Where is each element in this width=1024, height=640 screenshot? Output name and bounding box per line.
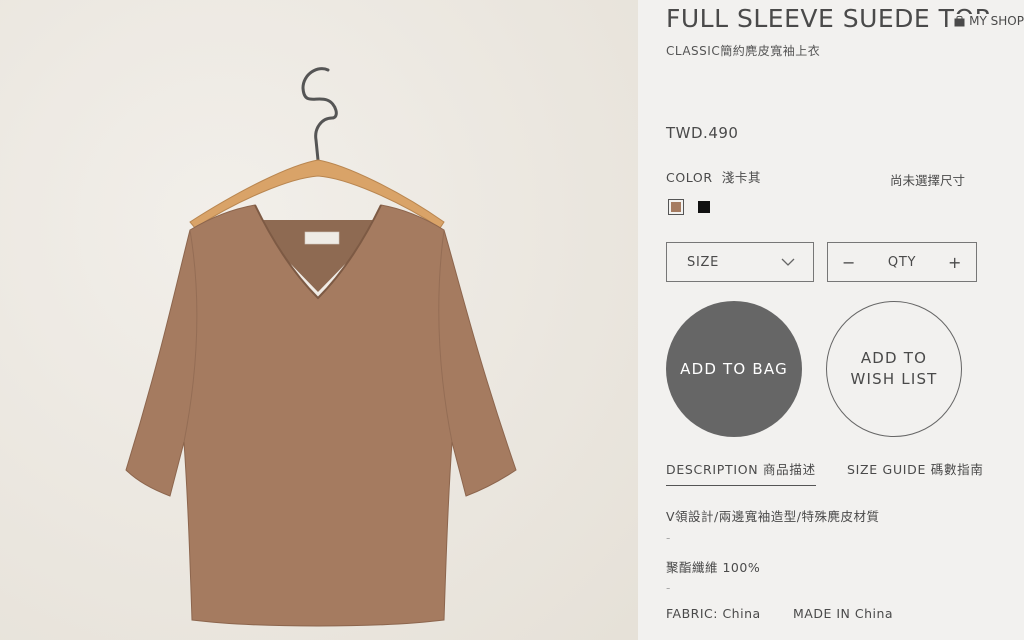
swatch-black[interactable]	[698, 201, 710, 213]
description-material: 聚酯纖維 100%	[666, 560, 761, 575]
product-image	[0, 0, 638, 640]
add-to-bag-button[interactable]: ADD TO BAG	[666, 301, 802, 437]
qty-increase-button[interactable]: +	[948, 253, 962, 272]
quantity-stepper: − QTY +	[827, 242, 977, 282]
qty-label: QTY	[887, 254, 917, 270]
product-subtitle: CLASSIC簡約麂皮寬袖上衣	[666, 44, 821, 58]
tab-size-guide[interactable]: SIZE GUIDE 碼數指南	[847, 459, 984, 478]
swatch-khaki-fill	[671, 202, 681, 212]
qty-decrease-button[interactable]: −	[842, 253, 856, 272]
my-shop-label: MY SHOP	[969, 14, 1024, 28]
wish-line-1: ADD TO	[860, 349, 928, 367]
tab-description[interactable]: DESCRIPTION 商品描述	[666, 459, 816, 486]
description-separator: -	[666, 531, 671, 545]
garment-illustration	[0, 0, 638, 640]
size-status: 尚未選擇尺寸	[890, 173, 966, 188]
product-title: FULL SLEEVE SUEDE TOP	[666, 4, 991, 33]
description-made-in: MADE IN China	[793, 606, 894, 621]
color-label-text: COLOR	[666, 170, 713, 185]
color-label: COLOR 淺卡其	[666, 167, 761, 186]
size-label: SIZE	[687, 254, 720, 270]
garment-tag	[304, 231, 340, 245]
description-fabric: FABRIC: China	[666, 606, 761, 621]
size-dropdown[interactable]: SIZE	[666, 242, 814, 282]
product-price: TWD.490	[666, 124, 739, 142]
color-value: 淺卡其	[721, 170, 762, 185]
wish-line-2: WISH LIST	[850, 370, 938, 388]
product-details-panel: FULL SLEEVE SUEDE TOP MY SHOP CLASSIC簡約麂…	[638, 0, 1024, 640]
description-features: V領設計/兩邊寬袖造型/特殊麂皮材質	[666, 509, 880, 524]
chevron-down-icon	[781, 258, 795, 266]
swatch-khaki[interactable]	[668, 199, 684, 215]
my-shop-link[interactable]: MY SHOP	[950, 14, 1024, 28]
add-to-wish-list-button[interactable]: ADD TO WISH LIST	[826, 301, 962, 437]
shopping-bag-icon	[954, 15, 965, 27]
description-separator: -	[666, 581, 671, 595]
